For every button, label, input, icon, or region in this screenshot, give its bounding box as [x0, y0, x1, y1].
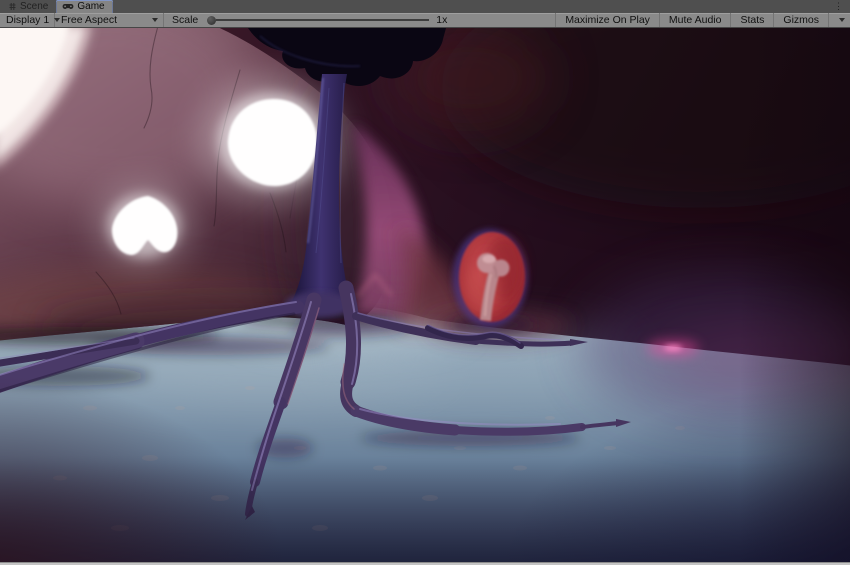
scale-slider[interactable]	[207, 15, 430, 25]
chevron-down-icon	[839, 18, 845, 22]
eye-socket-glow-heart	[96, 184, 192, 268]
kebab-menu-icon[interactable]: ⋮	[834, 1, 843, 12]
game-viewport[interactable]	[0, 28, 850, 562]
grid-icon	[9, 3, 16, 10]
scale-label: Scale	[172, 14, 199, 26]
maximize-on-play-button[interactable]: Maximize On Play	[555, 13, 659, 27]
tab-scene[interactable]: Scene	[2, 0, 56, 13]
tab-game-label: Game	[77, 1, 105, 12]
rendered-scene	[0, 28, 850, 562]
game-toolbar: Display 1 Free Aspect Scale 1x Maximize …	[0, 13, 850, 28]
pink-floor-glow	[647, 340, 699, 356]
scale-control: Scale 1x	[164, 14, 447, 26]
aspect-dropdown-value: Free Aspect	[61, 14, 118, 26]
mute-audio-button[interactable]: Mute Audio	[658, 13, 731, 27]
display-dropdown-value: Display 1	[6, 14, 50, 26]
tab-scene-label: Scene	[20, 1, 49, 12]
display-dropdown[interactable]: Display 1	[0, 13, 61, 27]
chevron-down-icon	[152, 18, 158, 22]
scale-slider-track[interactable]	[216, 19, 430, 21]
aspect-dropdown[interactable]: Free Aspect	[55, 13, 164, 27]
gizmos-caret-button[interactable]	[828, 13, 850, 27]
stats-button[interactable]: Stats	[730, 13, 773, 27]
gamepad-icon	[62, 3, 74, 9]
gizmos-button[interactable]: Gizmos	[773, 13, 828, 27]
scale-value: 1x	[436, 14, 448, 26]
tab-game[interactable]: Game	[56, 0, 113, 13]
scale-slider-knob[interactable]	[207, 15, 217, 25]
unity-game-window: Scene Game ⋮ Display 1 Free Aspect Scale	[0, 0, 850, 565]
tab-bar: Scene Game ⋮	[0, 0, 850, 13]
